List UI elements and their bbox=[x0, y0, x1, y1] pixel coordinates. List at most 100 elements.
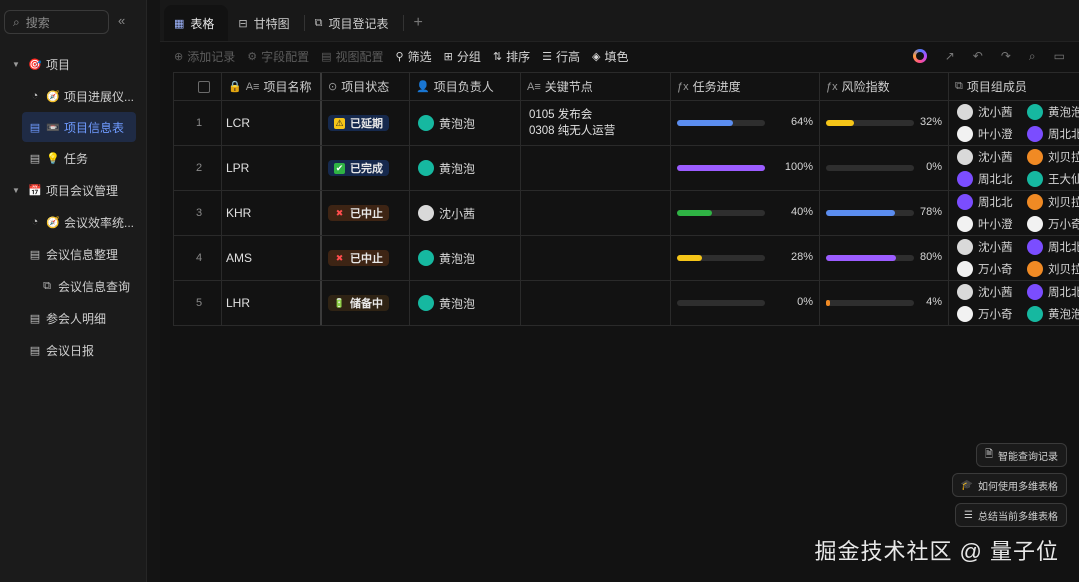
sidebar-item-project[interactable]: ▼ 🎯 项目 bbox=[0, 48, 147, 80]
tab-grid[interactable]: ▦ 表格 bbox=[164, 5, 229, 41]
milestones-cell[interactable] bbox=[521, 281, 671, 325]
sidebar-item-daily-report[interactable]: ▤ 会议日报 bbox=[0, 334, 147, 366]
milestones-cell[interactable] bbox=[521, 236, 671, 280]
member-chip[interactable]: 叶小澄 bbox=[957, 213, 1027, 235]
progress-cell[interactable]: 28% bbox=[671, 236, 820, 280]
member-chip[interactable]: 沈小茜 bbox=[957, 146, 1027, 168]
risk-cell[interactable]: 80% bbox=[820, 236, 949, 280]
member-chip[interactable]: 黄泡泡 bbox=[1027, 101, 1079, 123]
group-button[interactable]: ⊞ 分组 bbox=[444, 48, 481, 65]
select-all-checkbox[interactable] bbox=[198, 80, 210, 93]
sort-button[interactable]: ⇅ 排序 bbox=[493, 48, 530, 65]
owner-cell[interactable]: 黄泡泡 bbox=[410, 281, 521, 325]
sidebar-item-meeting-organize[interactable]: ▤ 会议信息整理 bbox=[0, 238, 147, 270]
row-number-cell[interactable]: 5 bbox=[174, 281, 222, 325]
member-chip[interactable]: 沈小茜 bbox=[957, 101, 1027, 123]
field-config-button[interactable]: ⚙ 字段配置 bbox=[247, 48, 309, 65]
members-cell[interactable]: 周北北 刘贝拉叶小澄 万小奇 bbox=[949, 191, 1079, 235]
tab-gantt[interactable]: ⊟ 甘特图 bbox=[228, 5, 303, 41]
search-records-icon[interactable]: ⌕ bbox=[1029, 49, 1036, 64]
name-cell[interactable]: AMS bbox=[222, 236, 322, 280]
milestones-cell[interactable]: 0105 发布会 0308 纯无人运营 bbox=[521, 101, 671, 145]
row-number-cell[interactable]: 2 bbox=[174, 146, 222, 190]
name-cell[interactable]: KHR bbox=[222, 191, 322, 235]
redo-icon[interactable]: ↷ bbox=[1001, 49, 1011, 63]
add-record-button[interactable]: ⊕ 添加记录 bbox=[174, 48, 235, 65]
tab-form[interactable]: ⧉ 项目登记表 bbox=[305, 5, 403, 41]
search-input[interactable]: ⌕ 搜索 bbox=[4, 10, 109, 34]
sidebar-item-attendees[interactable]: ▤ 参会人明细 bbox=[0, 302, 147, 334]
how-to-use-button[interactable]: 🎓 如何使用多维表格 bbox=[951, 473, 1067, 497]
smart-query-button[interactable]: 🗎 智能查询记录 bbox=[975, 443, 1067, 467]
member-chip[interactable]: 周北北 bbox=[1027, 236, 1079, 258]
table-row[interactable]: 3 KHR ✖ 已中止 沈小茜 40% 78% 周北北 刘贝 叶小澄 万小 bbox=[174, 191, 1079, 236]
caret-down-icon[interactable]: ▼ bbox=[12, 186, 22, 195]
sidebar-item-meeting-query[interactable]: ⧉ 会议信息查询 bbox=[0, 270, 147, 302]
sidebar-item-meeting-stats[interactable]: ◔ 🧭 会议效率统... bbox=[0, 206, 147, 238]
risk-cell[interactable]: 78% bbox=[820, 191, 949, 235]
view-config-button[interactable]: ▤ 视图配置 bbox=[321, 48, 383, 65]
members-cell[interactable]: 沈小茜 周北北万小奇 黄泡泡 bbox=[949, 281, 1079, 325]
column-header-status[interactable]: ⊙ 项目状态 bbox=[322, 73, 410, 100]
column-header-milestones[interactable]: A≡ 关键节点 bbox=[521, 73, 671, 100]
filter-button[interactable]: ⚲ 筛选 bbox=[396, 48, 432, 65]
collapse-sidebar-icon[interactable]: « bbox=[118, 13, 125, 28]
risk-cell[interactable]: 4% bbox=[820, 281, 949, 325]
risk-cell[interactable]: 0% bbox=[820, 146, 949, 190]
member-chip[interactable]: 叶小澄 bbox=[957, 123, 1027, 145]
summarize-button[interactable]: ☰ 总结当前多维表格 bbox=[955, 503, 1067, 527]
progress-cell[interactable]: 40% bbox=[671, 191, 820, 235]
member-chip[interactable]: 刘贝拉 bbox=[1027, 146, 1079, 168]
fill-color-button[interactable]: ◈ 填色 bbox=[592, 48, 628, 65]
member-chip[interactable]: 沈小茜 bbox=[957, 281, 1027, 303]
table-row[interactable]: 4 AMS ✖ 已中止 黄泡泡 28% 80% 沈小茜 周北 万小奇 刘贝 bbox=[174, 236, 1079, 281]
sidebar-item-meetings[interactable]: ▼ 📅 项目会议管理 bbox=[0, 174, 147, 206]
owner-cell[interactable]: 黄泡泡 bbox=[410, 236, 521, 280]
row-number-cell[interactable]: 1 bbox=[174, 101, 222, 145]
row-number-cell[interactable]: 3 bbox=[174, 191, 222, 235]
members-cell[interactable]: 沈小茜 黄泡泡叶小澄 周北北 bbox=[949, 101, 1079, 145]
table-row[interactable]: 1 LCR ⚠ 已延期 黄泡泡 0105 发布会 0308 纯无人运营 64% bbox=[174, 101, 1079, 146]
column-header-risk[interactable]: ƒx 风险指数 bbox=[820, 73, 949, 100]
progress-cell[interactable]: 0% bbox=[671, 281, 820, 325]
members-cell[interactable]: 沈小茜 周北北万小奇 刘贝拉 bbox=[949, 236, 1079, 280]
sidebar-item-project-info[interactable]: ▤ 📼 项目信息表 bbox=[22, 112, 136, 142]
member-chip[interactable]: 黄泡泡 bbox=[1027, 303, 1079, 325]
table-row[interactable]: 5 LHR 🔋 储备中 黄泡泡 0% 4% 沈小茜 周北 万小奇 黄泡 bbox=[174, 281, 1079, 325]
status-cell[interactable]: ✔ 已完成 bbox=[322, 146, 410, 190]
sidebar-item-tasks[interactable]: ▤ 💡 任务 bbox=[0, 142, 147, 174]
name-cell[interactable]: LPR bbox=[222, 146, 322, 190]
member-chip[interactable]: 周北北 bbox=[957, 191, 1027, 213]
risk-cell[interactable]: 32% bbox=[820, 101, 949, 145]
sidebar-item-progress-dashboard[interactable]: ◔ 🧭 项目进展仪... bbox=[0, 80, 147, 112]
member-chip[interactable]: 万小奇 bbox=[1027, 213, 1079, 235]
owner-cell[interactable]: 沈小茜 bbox=[410, 191, 521, 235]
ai-assistant-icon[interactable] bbox=[912, 49, 927, 63]
status-cell[interactable]: 🔋 储备中 bbox=[322, 281, 410, 325]
members-cell[interactable]: 沈小茜 刘贝拉周北北 王大仙 bbox=[949, 146, 1079, 190]
member-chip[interactable]: 刘贝拉 bbox=[1027, 191, 1079, 213]
name-cell[interactable]: LHR bbox=[222, 281, 322, 325]
row-height-button[interactable]: ☰ 行高 bbox=[542, 48, 580, 65]
column-header-members[interactable]: ⧉ 项目组成员 bbox=[949, 73, 1079, 100]
table-row[interactable]: 2 LPR ✔ 已完成 黄泡泡 100% 0% 沈小茜 刘贝 周北北 王大 bbox=[174, 146, 1079, 191]
milestones-cell[interactable] bbox=[521, 146, 671, 190]
status-cell[interactable]: ✖ 已中止 bbox=[322, 236, 410, 280]
add-view-button[interactable]: + bbox=[404, 5, 433, 41]
member-chip[interactable]: 刘贝拉 bbox=[1027, 258, 1079, 280]
undo-icon[interactable]: ↶ bbox=[973, 49, 983, 63]
member-chip[interactable]: 沈小茜 bbox=[957, 236, 1027, 258]
caret-down-icon[interactable]: ▼ bbox=[12, 60, 22, 69]
row-number-cell[interactable]: 4 bbox=[174, 236, 222, 280]
progress-cell[interactable]: 64% bbox=[671, 101, 820, 145]
progress-cell[interactable]: 100% bbox=[671, 146, 820, 190]
column-header-owner[interactable]: 👤 项目负责人 bbox=[410, 73, 521, 100]
column-header-name[interactable]: 🔒 A≡ 项目名称 bbox=[222, 73, 322, 100]
member-chip[interactable]: 周北北 bbox=[1027, 281, 1079, 303]
member-chip[interactable]: 王大仙 bbox=[1027, 168, 1079, 190]
milestones-cell[interactable] bbox=[521, 191, 671, 235]
owner-cell[interactable]: 黄泡泡 bbox=[410, 101, 521, 145]
column-header-progress[interactable]: ƒx 任务进度 bbox=[671, 73, 820, 100]
comment-icon[interactable]: ▭ bbox=[1054, 49, 1065, 63]
status-cell[interactable]: ✖ 已中止 bbox=[322, 191, 410, 235]
